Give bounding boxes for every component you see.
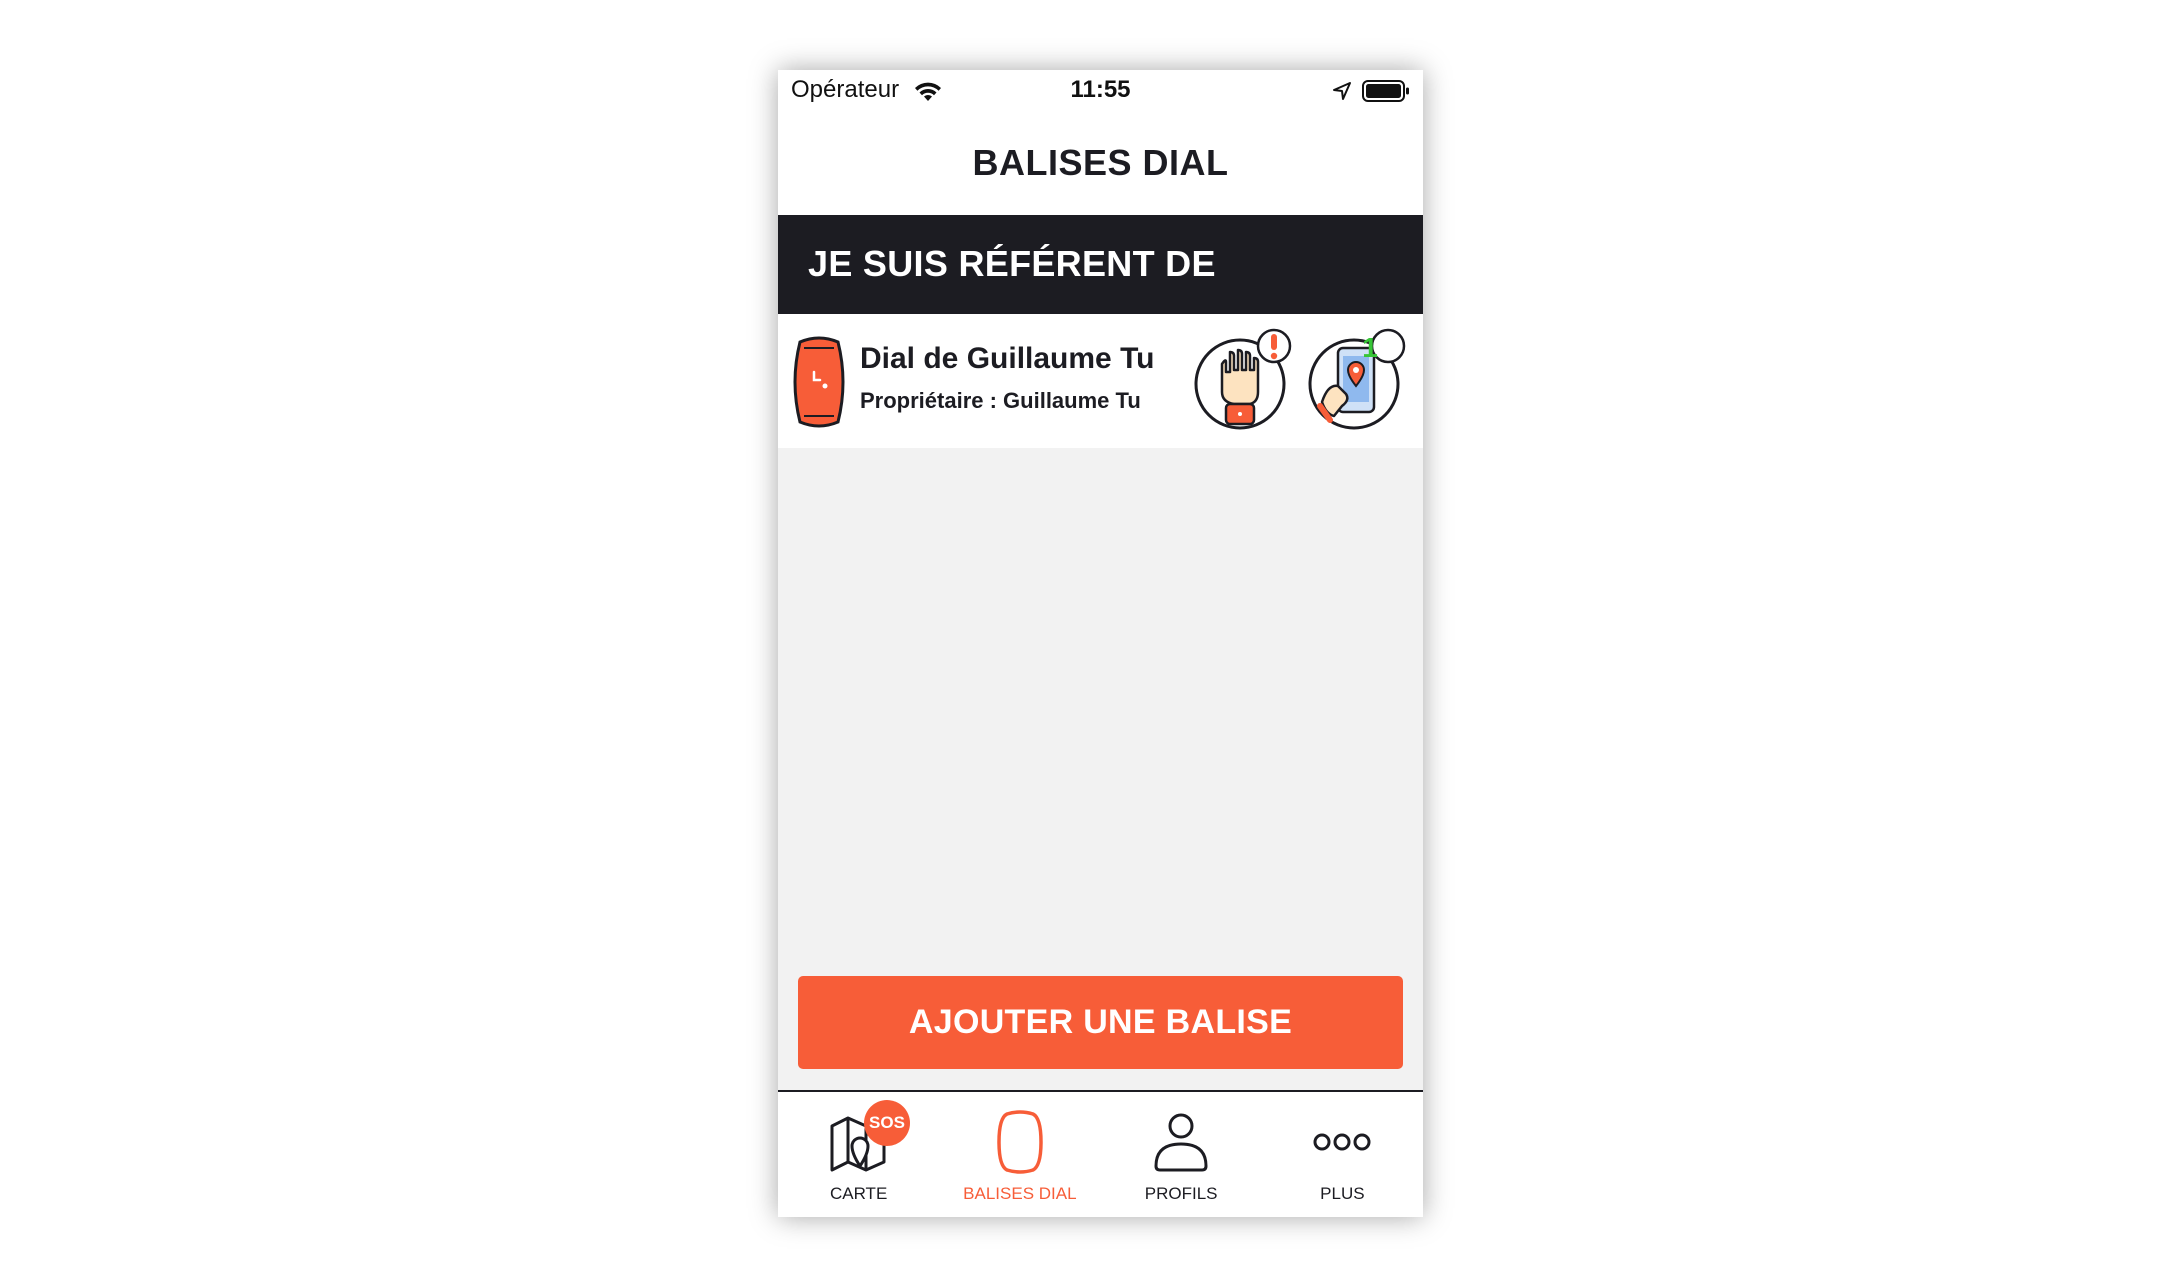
hand-alert-icon[interactable]: [1192, 328, 1296, 432]
tab-profils[interactable]: PROFILS: [1101, 1092, 1262, 1217]
navigation-bar: BALISES DIAL: [778, 114, 1423, 215]
add-beacon-button[interactable]: AJOUTER UNE BALISE: [798, 976, 1403, 1069]
tab-bar: SOS CARTE BALISES DIAL PROFILS PLUS: [778, 1090, 1423, 1217]
tab-label: CARTE: [829, 1184, 888, 1203]
battery-icon: [1362, 80, 1409, 102]
location-arrow-icon: [1333, 82, 1351, 100]
phone-screen: Opérateur 11:55 BALISES DIAL JE SUIS RÉF…: [778, 70, 1423, 1217]
sos-badge: SOS: [864, 1100, 910, 1146]
status-bar: Opérateur 11:55: [778, 70, 1423, 114]
tab-label: BALISES DIAL: [963, 1184, 1077, 1203]
section-header: JE SUIS RÉFÉRENT DE: [778, 215, 1423, 314]
status-time: 11:55: [1070, 76, 1131, 103]
dial-watch-icon: [793, 336, 845, 428]
tab-plus[interactable]: PLUS: [1262, 1092, 1423, 1217]
beacon-icon: [997, 1110, 1043, 1174]
beacon-name: Dial de Guillaume Tu: [860, 342, 1155, 375]
more-icon: [1313, 1133, 1371, 1151]
beacon-list-item[interactable]: Dial de Guillaume Tu Propriétaire : Guil…: [778, 314, 1423, 448]
section-title: JE SUIS RÉFÉRENT DE: [808, 243, 1216, 284]
tab-carte[interactable]: SOS CARTE: [778, 1092, 939, 1217]
tab-balises-dial[interactable]: BALISES DIAL: [939, 1092, 1100, 1217]
beacon-owner: Propriétaire : Guillaume Tu: [860, 388, 1141, 413]
profile-icon: [1154, 1113, 1208, 1172]
page-title: BALISES DIAL: [972, 142, 1229, 183]
location-count-badge: 1: [1362, 332, 1378, 363]
tab-label: PLUS: [1320, 1184, 1365, 1203]
tab-label: PROFILS: [1144, 1184, 1218, 1203]
